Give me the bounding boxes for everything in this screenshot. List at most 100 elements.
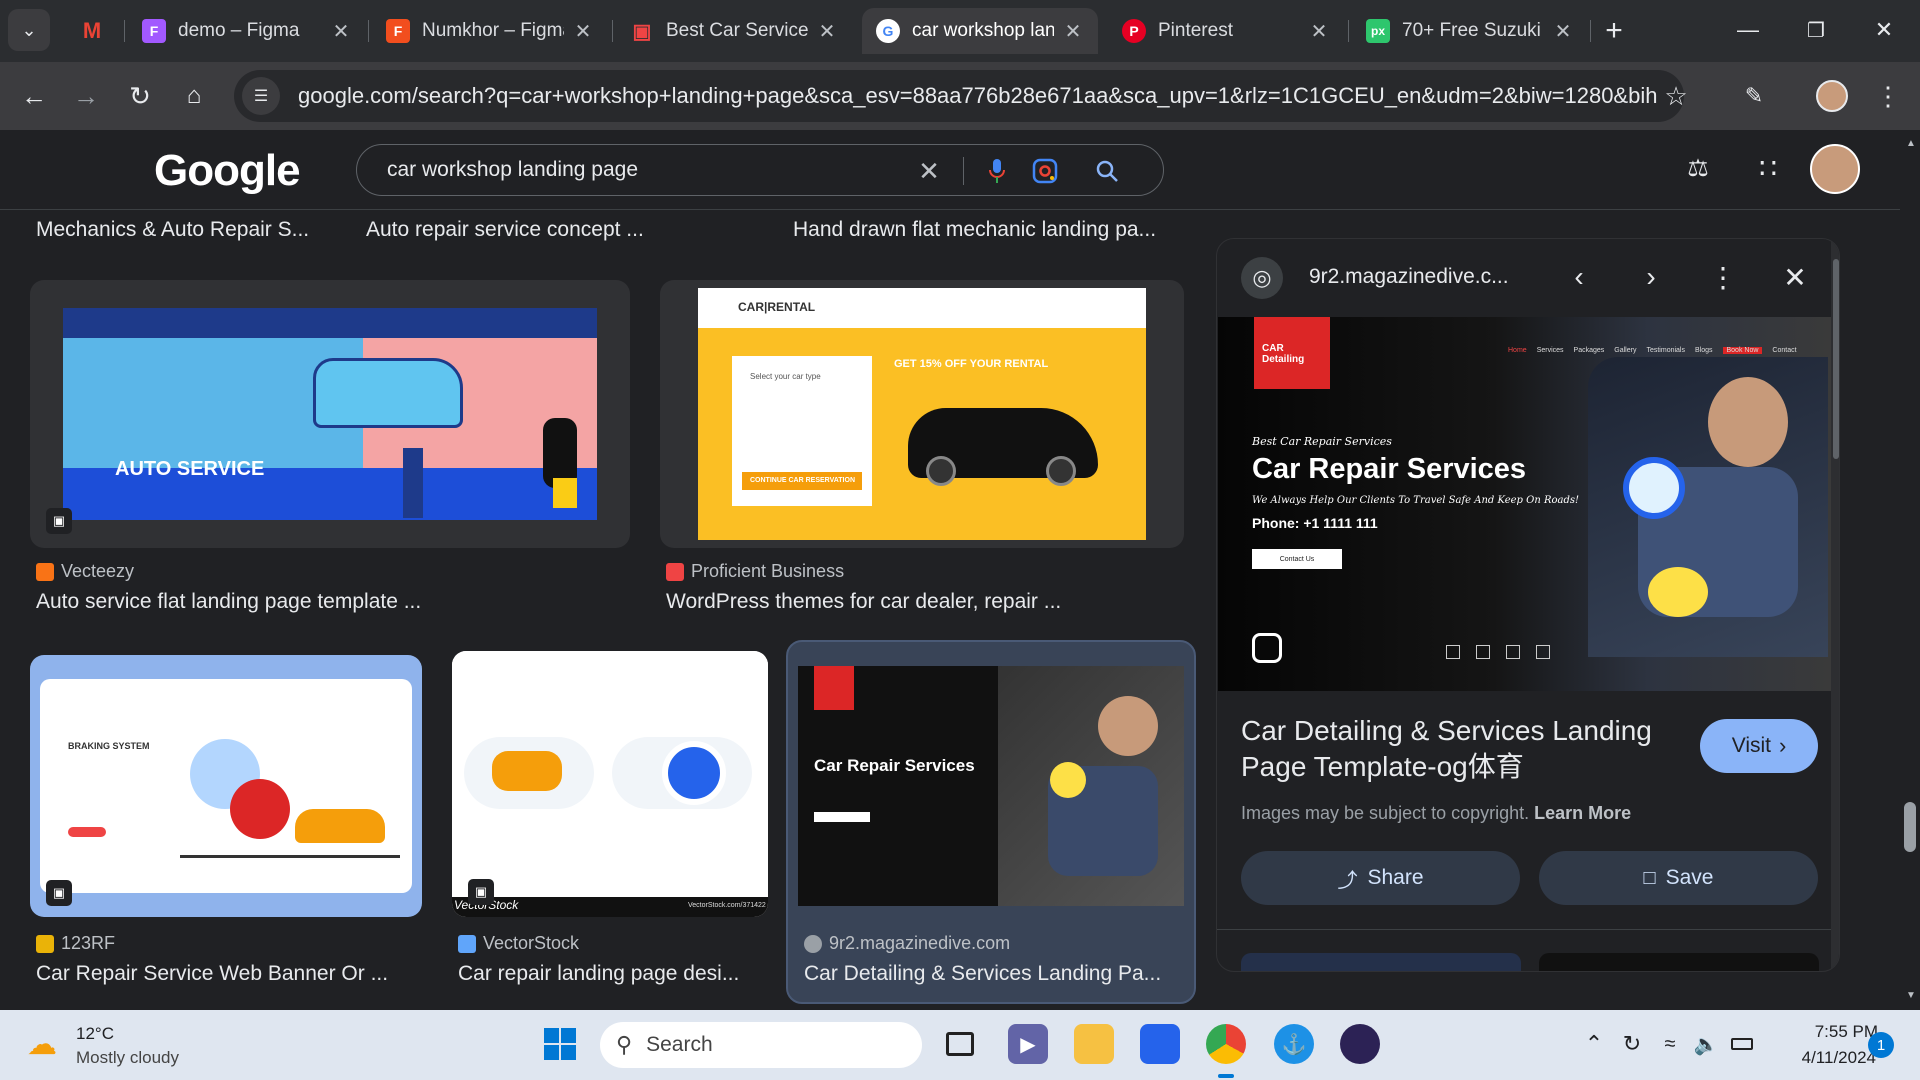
close-panel-icon[interactable]: ✕ (1775, 257, 1815, 297)
copyright-notice: Images may be subject to copyright. Lear… (1241, 803, 1631, 824)
back-icon[interactable]: ← (12, 74, 56, 118)
google-header: Google car workshop landing page ✕ ⚖ ∷ (0, 130, 1900, 210)
panel-site-name[interactable]: 9r2.magazinedive.c... (1309, 265, 1509, 289)
result-title[interactable]: Auto service flat landing page template … (36, 590, 421, 614)
more-options-icon[interactable]: ⋮ (1703, 257, 1743, 297)
google-logo[interactable]: Google (154, 146, 301, 196)
close-icon[interactable]: ✕ (572, 19, 594, 44)
close-window-icon[interactable]: ✕ (1856, 10, 1912, 50)
labs-flask-icon[interactable]: ⚖ (1682, 152, 1714, 184)
related-image-thumbnail[interactable] (1241, 953, 1521, 971)
browser-menu-icon[interactable]: ⋮ (1866, 74, 1910, 118)
close-icon[interactable]: ✕ (816, 19, 838, 44)
result-caption[interactable]: Mechanics & Auto Repair S... (36, 218, 309, 242)
restore-icon[interactable]: ❐ (1788, 10, 1844, 50)
file-explorer-icon[interactable] (1074, 1024, 1114, 1064)
eclipse-icon[interactable] (1340, 1024, 1380, 1064)
chevron-up-icon[interactable]: ⌃ (1574, 1024, 1614, 1064)
close-icon[interactable]: ✕ (1062, 19, 1084, 44)
weather-cloud-icon[interactable]: ☁ (22, 1024, 62, 1064)
battery-icon[interactable] (1722, 1024, 1762, 1064)
previous-icon[interactable]: ‹ (1559, 257, 1599, 297)
close-icon[interactable]: ✕ (330, 19, 352, 44)
result-thumbnail[interactable]: AUTO SERVICE (63, 308, 597, 520)
sync-icon[interactable]: ↻ (1612, 1024, 1652, 1064)
result-thumbnail[interactable] (452, 651, 768, 897)
weather-temp[interactable]: 12°C (76, 1024, 114, 1044)
microsoft-store-icon[interactable] (1140, 1024, 1180, 1064)
learn-more-link[interactable]: Learn More (1534, 803, 1631, 823)
result-title[interactable]: Car repair landing page desi... (458, 962, 739, 986)
result-source[interactable]: Vecteezy (36, 561, 134, 582)
close-icon[interactable]: ✕ (1552, 19, 1574, 44)
apps-grid-icon[interactable]: ∷ (1752, 152, 1784, 184)
result-title[interactable]: WordPress themes for car dealer, repair … (666, 590, 1061, 614)
result-thumbnail[interactable]: BRAKING SYSTEM (40, 679, 412, 893)
image-result-card[interactable]: AUTO SERVICE ▣ (30, 280, 630, 548)
result-source[interactable]: 123RF (36, 933, 115, 954)
save-button[interactable]: □ Save (1539, 851, 1818, 905)
clear-icon[interactable]: ✕ (913, 155, 945, 187)
forward-icon[interactable]: → (64, 74, 108, 118)
search-input[interactable]: car workshop landing page (387, 158, 638, 182)
minimize-icon[interactable]: — (1720, 10, 1776, 50)
preview-image[interactable]: CAR Detailing Home Services Packages Gal… (1218, 317, 1832, 691)
result-thumbnail[interactable]: CAR|RENTAL Select your car type CONTINUE… (698, 288, 1146, 540)
reload-icon[interactable]: ↻ (118, 74, 162, 118)
tab-demo-figma[interactable]: F demo – Figma ✕ (128, 8, 366, 54)
result-caption[interactable]: Hand drawn flat mechanic landing pa... (793, 218, 1156, 242)
search-icon[interactable] (1091, 155, 1123, 187)
clock-date[interactable]: 4/11/2024 (1776, 1048, 1876, 1068)
visit-button[interactable]: Visit › (1700, 719, 1818, 773)
chrome-icon[interactable] (1206, 1024, 1246, 1064)
tab-gmail[interactable]: M (66, 8, 122, 54)
tab-car-workshop[interactable]: G car workshop lan ✕ (862, 8, 1098, 54)
account-avatar[interactable] (1810, 144, 1860, 194)
close-icon[interactable]: ✕ (1308, 19, 1330, 44)
microphone-icon[interactable] (981, 155, 1013, 187)
panel-scrollbar[interactable] (1831, 239, 1839, 971)
home-icon[interactable]: ⌂ (172, 74, 216, 118)
profile-avatar[interactable] (1810, 74, 1854, 118)
result-title[interactable]: Car Repair Service Web Banner Or ... (36, 962, 388, 986)
result-thumbnail[interactable]: Car Repair Services (798, 666, 1184, 906)
weather-desc[interactable]: Mostly cloudy (76, 1048, 179, 1068)
windows-start-icon[interactable] (540, 1024, 580, 1064)
image-result-card[interactable]: VectorStock VectorStock.com/371422 ▣ (452, 651, 768, 917)
search-box[interactable]: car workshop landing page ✕ (356, 144, 1164, 196)
meet-icon[interactable]: ▶ (1008, 1024, 1048, 1064)
taskbar-search[interactable]: ⚲ Search (600, 1022, 922, 1068)
result-source[interactable]: VectorStock (458, 933, 579, 954)
result-source[interactable]: 9r2.magazinedive.com (804, 933, 1010, 954)
wifi-icon[interactable]: ≈ (1650, 1024, 1690, 1064)
task-view-icon[interactable] (940, 1024, 980, 1064)
page-scrollbar[interactable]: ▲ ▼ (1900, 130, 1920, 1010)
taskbar-search-label: Search (646, 1033, 713, 1056)
image-result-card[interactable]: BRAKING SYSTEM ▣ (30, 655, 422, 917)
lens-search-icon[interactable] (1252, 633, 1282, 663)
image-result-card[interactable]: CAR|RENTAL Select your car type CONTINUE… (660, 280, 1184, 548)
tab-pinterest[interactable]: P Pinterest ✕ (1108, 8, 1344, 54)
share-button[interactable]: ⤴ Share (1241, 851, 1520, 905)
tab-pixabay[interactable]: px 70+ Free Suzuki ✕ (1352, 8, 1588, 54)
lens-icon[interactable] (1029, 155, 1061, 187)
bookmark-star-icon[interactable]: ☆ (1654, 74, 1698, 118)
clock-time[interactable]: 7:55 PM (1788, 1022, 1878, 1042)
docker-icon[interactable]: ⚓ (1274, 1024, 1314, 1064)
result-title[interactable]: Car Detailing & Services Landing Pa... (804, 962, 1161, 986)
notification-badge[interactable]: 1 (1868, 1032, 1894, 1058)
tab-search-button[interactable]: ⌄ (8, 9, 50, 51)
address-bar[interactable]: ☰ google.com/search?q=car+workshop+landi… (234, 70, 1684, 122)
tab-best-car-service[interactable]: ▣ Best Car Service | ✕ (616, 8, 852, 54)
volume-icon[interactable]: 🔈 (1686, 1024, 1726, 1064)
preview-cta: Contact Us (1252, 549, 1342, 569)
panel-heading[interactable]: Car Detailing & Services Landing Page Te… (1241, 713, 1661, 785)
tab-numkhor-figma[interactable]: F Numkhor – Figma ✕ (372, 8, 608, 54)
result-caption[interactable]: Auto repair service concept ... (366, 218, 644, 242)
result-source[interactable]: Proficient Business (666, 561, 844, 582)
related-image-thumbnail[interactable] (1539, 953, 1819, 971)
next-icon[interactable]: › (1631, 257, 1671, 297)
extensions-icon[interactable]: ✎ (1732, 74, 1776, 118)
site-info-icon[interactable]: ☰ (242, 77, 280, 115)
new-tab-button[interactable]: + (1592, 9, 1636, 53)
